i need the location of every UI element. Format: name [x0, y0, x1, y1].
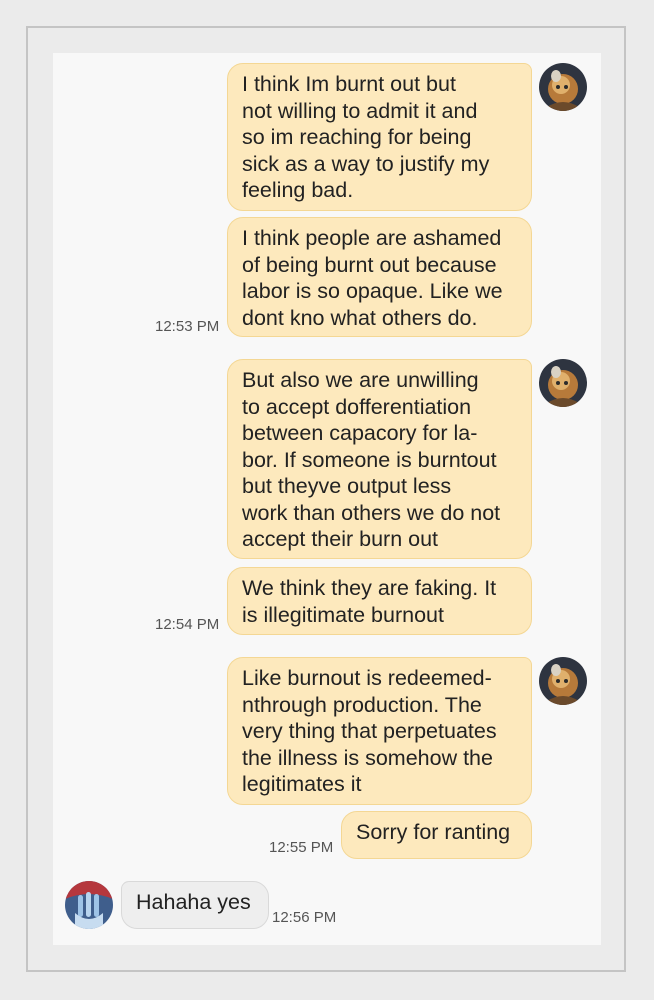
- message-bubble-sent[interactable]: Like burnout is redeemed- nthrough produ…: [227, 657, 532, 805]
- user-avatar[interactable]: [539, 63, 587, 111]
- message-bubble-sent[interactable]: I think Im burnt out but not willing to …: [227, 63, 532, 211]
- message-bubble-received[interactable]: Hahaha yes: [121, 881, 269, 929]
- user-avatar-icon: [539, 359, 587, 407]
- message-bubble-sent[interactable]: I think people are ashamed of being burn…: [227, 217, 532, 337]
- user-avatar-icon: [539, 63, 587, 111]
- message-bubble-sent[interactable]: We think they are faking. It is illegiti…: [227, 567, 532, 635]
- message-timestamp: 12:56 PM: [272, 909, 337, 926]
- chat-thread[interactable]: I think Im burnt out but not willing to …: [53, 53, 601, 945]
- message-timestamp: 12:55 PM: [269, 839, 334, 856]
- message-bubble-sent[interactable]: But also we are unwilling to accept doff…: [227, 359, 532, 559]
- message-timestamp: 12:54 PM: [155, 616, 220, 633]
- user-avatar[interactable]: [539, 359, 587, 407]
- message-bubble-sent[interactable]: Sorry for ranting: [341, 811, 532, 859]
- user-avatar-icon: [539, 657, 587, 705]
- contact-avatar-icon: [65, 881, 113, 929]
- user-avatar[interactable]: [539, 657, 587, 705]
- contact-avatar[interactable]: [65, 881, 113, 929]
- message-timestamp: 12:53 PM: [155, 318, 220, 335]
